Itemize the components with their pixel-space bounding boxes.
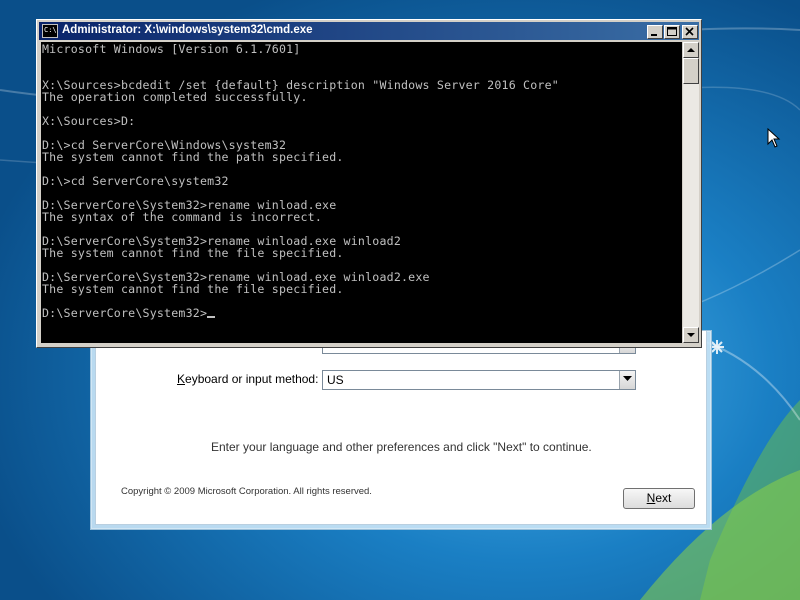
chevron-down-icon[interactable] <box>619 371 635 389</box>
console-line: D:\>cd ServerCore\system32 <box>42 174 229 188</box>
console-line: Microsoft Windows [Version 6.1.7601] <box>42 42 301 56</box>
console-line: The operation completed successfully. <box>42 90 308 104</box>
cmd-titlebar[interactable]: C:\ Administrator: X:\windows\system32\c… <box>39 22 699 40</box>
console-output[interactable]: Microsoft Windows [Version 6.1.7601] X:\… <box>41 42 682 343</box>
keyboard-label-accel: K <box>177 372 186 386</box>
arrow-up-icon <box>687 48 695 52</box>
scroll-down-button[interactable] <box>683 327 699 343</box>
cmd-window-title: Administrator: X:\windows\system32\cmd.e… <box>62 24 313 36</box>
close-icon <box>685 27 694 36</box>
cmd-icon[interactable]: C:\ <box>42 24 58 38</box>
keyboard-select[interactable]: US <box>322 370 636 390</box>
scroll-up-button[interactable] <box>683 42 699 58</box>
console-line: The syntax of the command is incorrect. <box>42 210 323 224</box>
vertical-scrollbar[interactable] <box>683 42 699 343</box>
console-line: The system cannot find the path specifie… <box>42 150 344 164</box>
keyboard-label: Keyboard or input method: <box>177 372 318 386</box>
console-prompt: D:\ServerCore\System32> <box>42 306 208 320</box>
console-text[interactable]: Microsoft Windows [Version 6.1.7601] X:\… <box>42 43 559 319</box>
console-prompt-line[interactable]: D:\ServerCore\System32> <box>42 306 216 320</box>
instructions-text: Enter your language and other preference… <box>211 440 592 454</box>
keyboard-select-value: US <box>327 373 344 387</box>
minimize-icon <box>651 34 657 36</box>
console-line: X:\Sources>D: <box>42 114 136 128</box>
setup-window <box>90 330 712 530</box>
copyright-text: Copyright © 2009 Microsoft Corporation. … <box>121 486 372 497</box>
minimize-button[interactable] <box>647 25 663 39</box>
close-button[interactable] <box>682 25 698 39</box>
console-line: The system cannot find the file specifie… <box>42 246 344 260</box>
maximize-button[interactable] <box>664 25 680 39</box>
console-line: The system cannot find the file specifie… <box>42 282 344 296</box>
next-button[interactable]: Next <box>623 488 695 509</box>
mouse-pointer-icon <box>767 128 781 148</box>
cmd-window[interactable]: C:\ Administrator: X:\windows\system32\c… <box>36 19 702 348</box>
text-caret <box>207 316 216 318</box>
next-button-label: ext <box>655 491 672 505</box>
keyboard-label-text: eyboard or input method: <box>185 372 319 386</box>
maximize-icon <box>667 27 677 36</box>
scrollbar-thumb[interactable] <box>683 58 699 84</box>
arrow-down-icon <box>687 333 695 337</box>
